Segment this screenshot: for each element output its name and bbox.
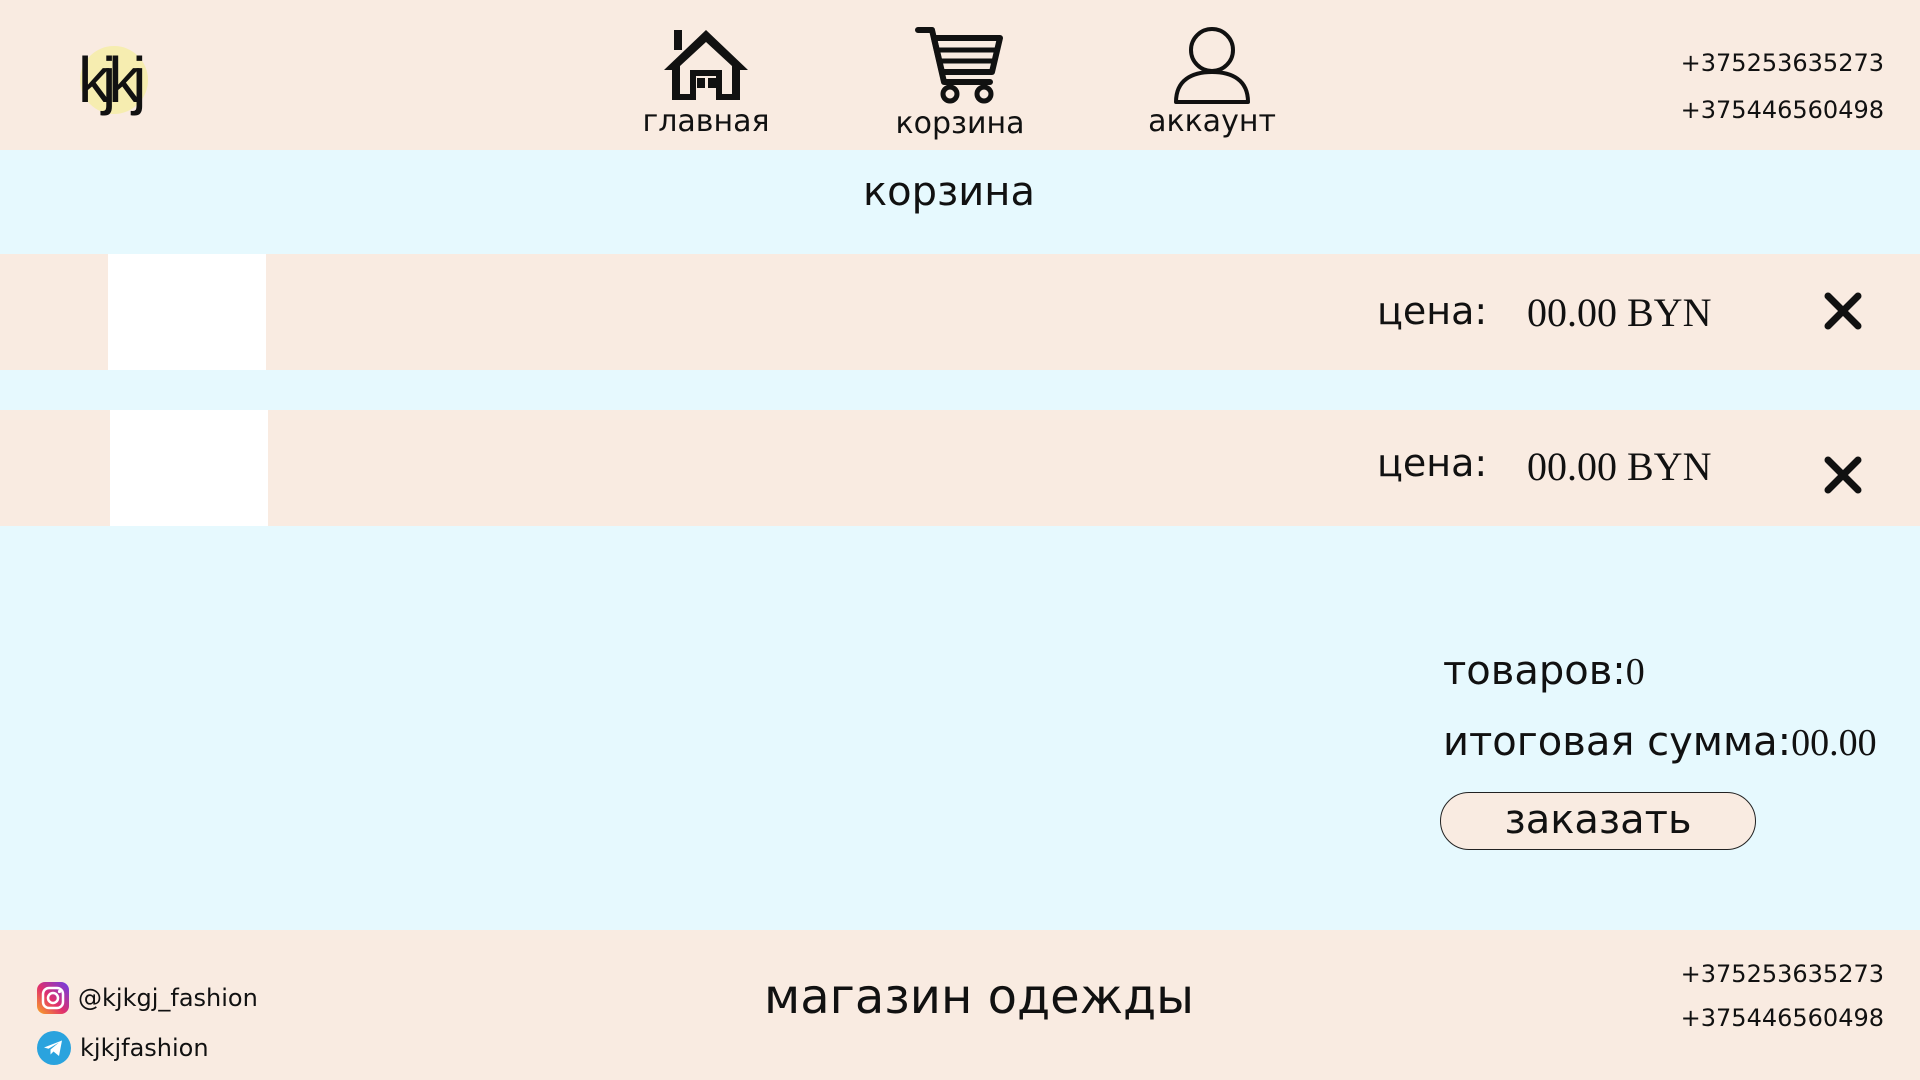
total-sum-label: итоговая сумма: <box>1443 719 1792 765</box>
price-value: 00.00 BYN <box>1527 444 1712 489</box>
telegram-handle: kjkjfashion <box>80 1034 209 1062</box>
telegram-link[interactable]: kjkjfashion <box>36 1030 209 1066</box>
remove-item-button[interactable] <box>1820 288 1866 334</box>
close-icon <box>1824 292 1862 330</box>
cart-item: цена: 00.00 BYN <box>0 410 1920 526</box>
cart-icon <box>915 27 1003 104</box>
header-phone-1[interactable]: +375253635273 <box>1644 40 1884 87</box>
telegram-icon <box>37 1031 71 1065</box>
logo-text: kjkj <box>78 44 146 116</box>
cart-item: цена: 00.00 BYN <box>0 254 1920 370</box>
items-count-label: товаров: <box>1443 648 1626 694</box>
footer-phone-2[interactable]: +375446560498 <box>1644 996 1884 1040</box>
total-sum-value: 00.00 <box>1791 722 1877 764</box>
site-header: kjkj главная корзина аккаунт +3752536352… <box>0 0 1920 150</box>
footer-phone-1[interactable]: +375253635273 <box>1644 952 1884 996</box>
price-label: цена: <box>1377 441 1488 485</box>
site-footer: @kjkgj_fashion kjkjfashion магазин одежд… <box>0 930 1920 1080</box>
product-thumbnail[interactable] <box>110 410 268 526</box>
product-thumbnail[interactable] <box>108 254 266 370</box>
footer-title: магазин одежды <box>764 969 1195 1025</box>
page-title: корзина <box>863 169 1035 215</box>
nav-label-cart: корзина <box>895 106 1025 141</box>
remove-item-button[interactable] <box>1820 452 1866 498</box>
nav-label-account: аккаунт <box>1148 104 1276 139</box>
footer-phones: +375253635273 +375446560498 <box>1644 952 1884 1040</box>
nav-item-account[interactable]: аккаунт <box>1127 24 1297 144</box>
header-phone-2[interactable]: +375446560498 <box>1644 87 1884 134</box>
nav-item-home[interactable]: главная <box>621 24 791 144</box>
items-count-value: 0 <box>1625 651 1645 693</box>
price-value: 00.00 BYN <box>1527 290 1712 335</box>
home-icon <box>664 30 748 100</box>
header-phones: +375253635273 +375446560498 <box>1644 40 1884 134</box>
instagram-icon <box>37 982 69 1014</box>
instagram-link[interactable]: @kjkgj_fashion <box>36 980 258 1016</box>
page-title-bar: корзина <box>0 150 1920 255</box>
price-label: цена: <box>1377 289 1488 333</box>
close-icon <box>1824 456 1862 494</box>
order-button[interactable]: заказать <box>1440 792 1756 850</box>
items-count-line: товаров:0 <box>1443 646 1645 697</box>
nav-item-cart[interactable]: корзина <box>875 24 1045 144</box>
nav-label-home: главная <box>642 104 770 139</box>
logo[interactable]: kjkj <box>78 38 158 116</box>
instagram-handle: @kjkgj_fashion <box>78 984 258 1012</box>
user-icon <box>1174 27 1250 104</box>
total-sum-line: итоговая сумма:00.00 <box>1443 717 1877 768</box>
